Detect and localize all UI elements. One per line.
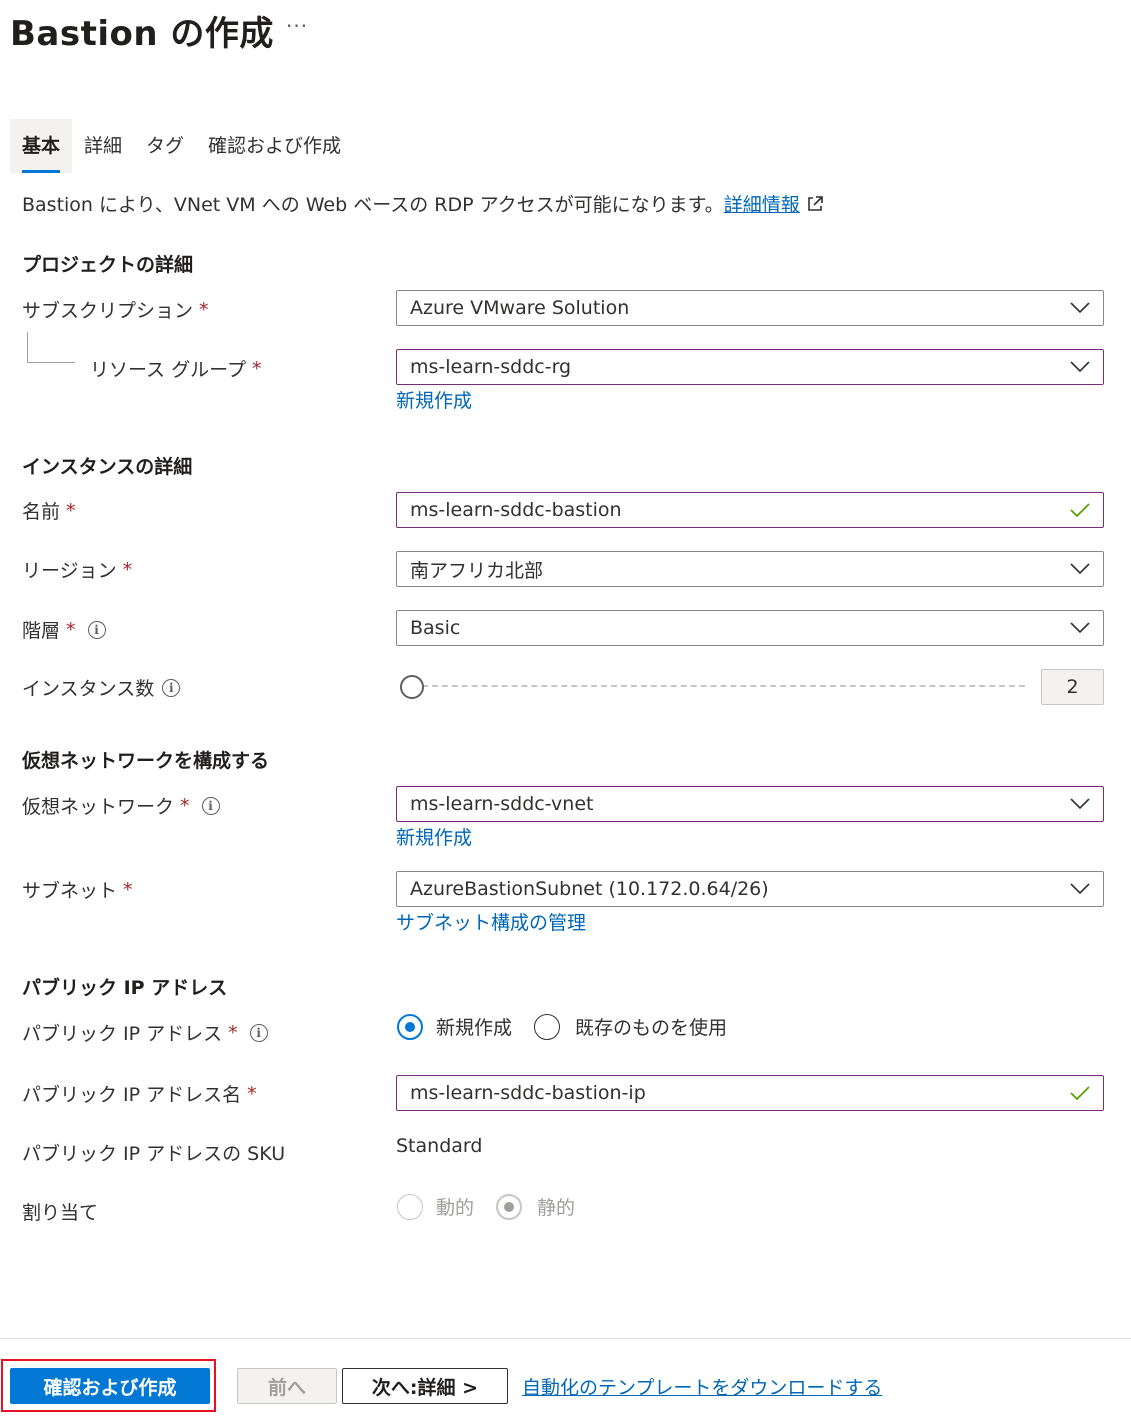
page-title: Bastion の作成 xyxy=(10,14,274,54)
tab-bar: 基本 詳細 タグ 確認および作成 xyxy=(10,119,353,173)
chevron-down-icon xyxy=(1070,883,1090,895)
tier-dropdown[interactable]: Basic xyxy=(396,610,1104,646)
required-marker: * xyxy=(122,558,133,581)
vnet-dropdown[interactable]: ms-learn-sddc-vnet xyxy=(396,786,1104,822)
tab-review-create[interactable]: 確認および作成 xyxy=(196,119,353,173)
name-label-text: 名前 xyxy=(22,501,61,523)
public-ip-label: パブリック IP アドレス * i xyxy=(22,1019,268,1046)
subnet-value: AzureBastionSubnet (10.172.0.64/26) xyxy=(410,878,769,900)
vnet-label-text: 仮想ネットワーク xyxy=(22,796,175,818)
subnet-label-text: サブネット xyxy=(22,880,118,902)
subscription-label-text: サブスクリプション xyxy=(22,300,194,322)
info-icon[interactable]: i xyxy=(201,796,220,815)
download-template-link[interactable]: 自動化のテンプレートをダウンロードする xyxy=(522,1373,882,1400)
info-icon[interactable]: i xyxy=(87,620,106,639)
vnet-label: 仮想ネットワーク * i xyxy=(22,792,220,819)
tab-basics[interactable]: 基本 xyxy=(10,119,73,173)
instance-count-input[interactable]: 2 xyxy=(1041,669,1104,705)
learn-more-link[interactable]: 詳細情報 xyxy=(724,194,800,216)
instance-count-label: インスタンス数 i xyxy=(22,674,181,701)
radio-create-new[interactable] xyxy=(397,1013,423,1040)
next-button[interactable]: 次へ:詳細 > xyxy=(342,1368,508,1404)
tab-tags[interactable]: タグ xyxy=(134,119,196,173)
radio-dynamic xyxy=(397,1193,423,1220)
assignment-label: 割り当て xyxy=(22,1202,99,1224)
required-marker: * xyxy=(247,1082,257,1105)
public-ip-radio-group: 新規作成 既存のものを使用 xyxy=(397,1013,727,1040)
subscription-value: Azure VMware Solution xyxy=(410,297,630,319)
tree-connector xyxy=(27,332,28,363)
create-new-resource-group-link[interactable]: 新規作成 xyxy=(396,386,472,413)
public-ip-heading: パブリック IP アドレス xyxy=(22,977,228,999)
vnet-heading: 仮想ネットワークを構成する xyxy=(22,750,270,772)
footer-divider xyxy=(0,1338,1131,1339)
resource-group-label-text: リソース グループ xyxy=(90,359,246,381)
assignment-radio-group: 動的 静的 xyxy=(397,1193,575,1220)
required-marker: * xyxy=(180,794,190,817)
radio-static-label: 静的 xyxy=(537,1197,576,1219)
intro-text: Bastion により、VNet VM への Web ベースの RDP アクセス… xyxy=(22,194,724,216)
chevron-down-icon xyxy=(1070,622,1090,634)
sku-value: Standard xyxy=(396,1135,483,1157)
info-icon[interactable]: i xyxy=(249,1023,268,1042)
name-value: ms-learn-sddc-bastion xyxy=(410,499,622,521)
sku-label: パブリック IP アドレスの SKU xyxy=(22,1143,286,1165)
subscription-dropdown[interactable]: Azure VMware Solution xyxy=(396,290,1104,326)
region-label-text: リージョン xyxy=(22,560,117,582)
resource-group-dropdown[interactable]: ms-learn-sddc-rg xyxy=(396,349,1104,385)
subnet-label: サブネット * xyxy=(22,876,133,903)
instance-count-label-text: インスタンス数 xyxy=(22,678,155,700)
region-value: 南アフリカ北部 xyxy=(410,559,544,582)
radio-static xyxy=(496,1193,523,1220)
tier-value: Basic xyxy=(410,617,461,639)
required-marker: * xyxy=(251,357,262,380)
required-marker: * xyxy=(66,499,76,522)
radio-use-existing-label[interactable]: 既存のものを使用 xyxy=(575,1013,727,1040)
radio-use-existing[interactable] xyxy=(534,1013,561,1040)
radio-dynamic-label: 動的 xyxy=(436,1197,475,1219)
tab-advanced[interactable]: 詳細 xyxy=(72,119,134,173)
more-options-icon[interactable]: ··· xyxy=(286,14,308,38)
public-ip-label-text: パブリック IP アドレス xyxy=(22,1023,223,1045)
radio-create-new-label[interactable]: 新規作成 xyxy=(436,1013,512,1040)
info-icon[interactable]: i xyxy=(162,678,181,697)
instance-count-slider-thumb[interactable] xyxy=(400,675,424,699)
checkmark-icon xyxy=(1070,1086,1090,1101)
instance-count-slider-track[interactable] xyxy=(412,685,1025,687)
required-marker: * xyxy=(123,878,133,901)
public-ip-name-label: パブリック IP アドレス名 * xyxy=(22,1080,257,1107)
tier-label: 階層 * i xyxy=(22,616,106,643)
intro-description: Bastion により、VNet VM への Web ベースの RDP アクセス… xyxy=(22,190,824,217)
required-marker: * xyxy=(199,298,209,321)
region-label: リージョン * xyxy=(22,556,132,583)
manage-subnet-link[interactable]: サブネット構成の管理 xyxy=(396,908,586,935)
create-new-vnet-link[interactable]: 新規作成 xyxy=(396,823,472,850)
chevron-down-icon xyxy=(1070,361,1090,373)
public-ip-name-value: ms-learn-sddc-bastion-ip xyxy=(410,1082,646,1104)
name-label: 名前 * xyxy=(22,497,76,524)
region-dropdown[interactable]: 南アフリカ北部 xyxy=(396,551,1104,587)
chevron-down-icon xyxy=(1070,798,1090,810)
project-details-heading: プロジェクトの詳細 xyxy=(22,254,194,276)
vnet-value: ms-learn-sddc-vnet xyxy=(410,793,594,815)
subscription-label: サブスクリプション * xyxy=(22,296,209,323)
checkmark-icon xyxy=(1070,503,1090,518)
chevron-down-icon xyxy=(1070,563,1090,575)
required-marker: * xyxy=(66,618,76,641)
name-input[interactable]: ms-learn-sddc-bastion xyxy=(396,492,1104,528)
instance-details-heading: インスタンスの詳細 xyxy=(22,456,193,478)
external-link-icon[interactable] xyxy=(806,195,824,213)
previous-button: 前へ xyxy=(237,1368,337,1404)
review-create-button[interactable]: 確認および作成 xyxy=(10,1368,210,1404)
tier-label-text: 階層 xyxy=(22,620,61,642)
resource-group-label: リソース グループ * xyxy=(90,355,261,382)
resource-group-value: ms-learn-sddc-rg xyxy=(410,356,572,378)
required-marker: * xyxy=(228,1021,238,1044)
public-ip-name-input[interactable]: ms-learn-sddc-bastion-ip xyxy=(396,1075,1104,1111)
tree-connector-horizontal xyxy=(27,362,75,363)
chevron-down-icon xyxy=(1070,302,1090,314)
public-ip-name-label-text: パブリック IP アドレス名 xyxy=(22,1084,242,1106)
subnet-dropdown[interactable]: AzureBastionSubnet (10.172.0.64/26) xyxy=(396,871,1104,907)
